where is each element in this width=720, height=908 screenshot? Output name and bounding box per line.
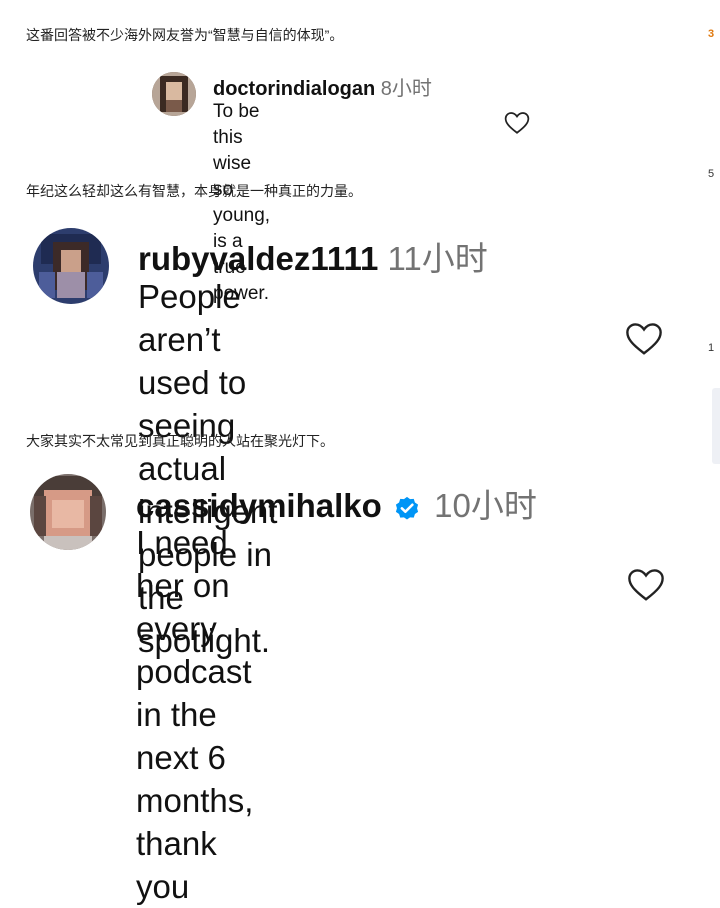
username-link[interactable]: doctorindialogan bbox=[213, 78, 375, 100]
username-link[interactable]: rubyvaldez1111 bbox=[138, 240, 378, 277]
username-link[interactable]: cassidymihalko bbox=[136, 487, 382, 524]
comment-line: you bbox=[136, 868, 190, 905]
comment-line: in the next 6 months, thank bbox=[136, 696, 254, 862]
heart-outline-icon bbox=[504, 112, 530, 134]
comment-time[interactable]: 10小时 bbox=[434, 487, 537, 524]
comment-text: I need her on every podcast in the next … bbox=[136, 521, 253, 908]
comment-header: doctorindialogan 8小时 bbox=[213, 72, 432, 101]
like-button[interactable] bbox=[627, 567, 665, 608]
avatar-image-icon bbox=[152, 72, 196, 116]
sidebar-fragment-text: 3 bbox=[708, 28, 715, 40]
comment-time[interactable]: 8小时 bbox=[381, 78, 432, 100]
heart-outline-icon bbox=[626, 323, 662, 355]
right-sidebar-fragment: 3 1 5 bbox=[708, 0, 720, 643]
verified-badge-icon bbox=[395, 497, 419, 520]
avatar-image-icon bbox=[30, 474, 106, 550]
sidebar-fragment-text: 1 bbox=[708, 342, 715, 354]
sidebar-fragment-box bbox=[712, 388, 720, 464]
comment-line: I need her on every podcast bbox=[136, 524, 252, 690]
comment-time[interactable]: 11小时 bbox=[388, 240, 488, 277]
like-button[interactable] bbox=[625, 321, 663, 362]
avatar[interactable] bbox=[152, 72, 196, 116]
avatar-image-icon bbox=[33, 228, 109, 304]
comment-header: rubyvaldez1111 11小时 bbox=[138, 232, 488, 280]
comment-line: People aren’t used to seeing bbox=[138, 278, 247, 444]
caption-text-1: 这番回答被不少海外网友誉为“智慧与自信的体现”。 bbox=[26, 27, 344, 43]
comment-header: cassidymihalko 10小时 bbox=[136, 479, 537, 527]
caption-text-3: 大家其实不太常见到真正聪明的人站在聚光灯下。 bbox=[26, 433, 334, 449]
like-button[interactable] bbox=[504, 111, 530, 140]
caption-text-2: 年纪这么轻却这么有智慧，本身就是一种真正的力量。 bbox=[26, 183, 362, 199]
avatar[interactable] bbox=[30, 474, 106, 550]
heart-outline-icon bbox=[628, 569, 664, 601]
avatar[interactable] bbox=[33, 228, 109, 304]
sidebar-fragment-text: 5 bbox=[708, 168, 715, 180]
